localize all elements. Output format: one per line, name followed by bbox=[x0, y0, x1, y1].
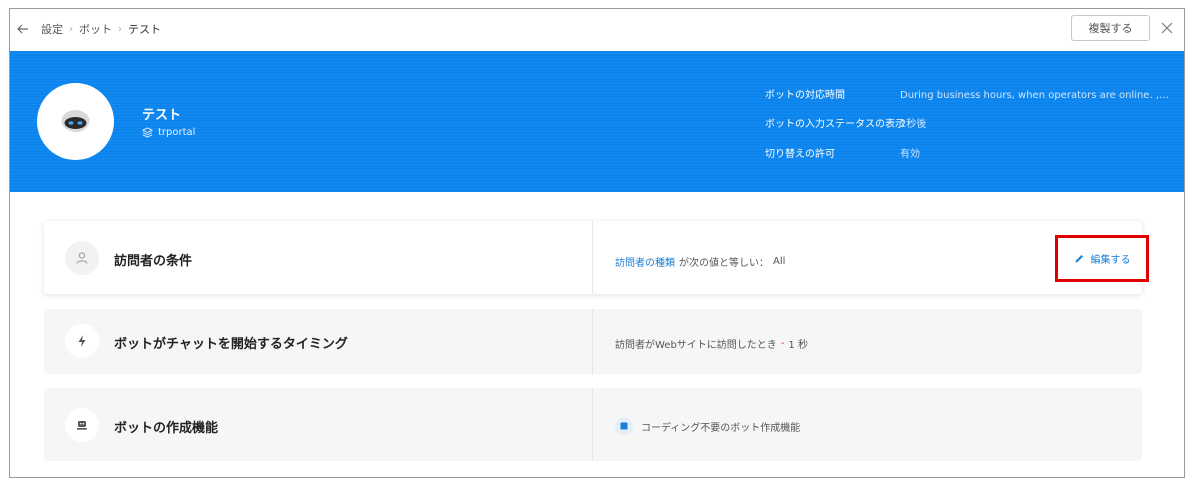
card-divider bbox=[592, 309, 593, 374]
arrow-left-icon[interactable] bbox=[16, 22, 30, 36]
bot-header: テスト trportal ボットの対応時間 During business ho… bbox=[10, 51, 1184, 192]
visitor-conditions-card[interactable]: 訪問者の条件 訪問者の種類 が次の値と等しい： All 編集する bbox=[44, 221, 1149, 294]
card-divider bbox=[592, 221, 593, 294]
duplicate-button[interactable]: 複製する bbox=[1071, 15, 1150, 41]
bot-workspace: trportal bbox=[142, 127, 195, 138]
info-value: 有効 bbox=[900, 149, 920, 160]
breadcrumb: 設定 › ボット › テスト bbox=[41, 21, 161, 37]
condition-text: が次の値と等しい： bbox=[679, 258, 769, 269]
info-label: 切り替えの許可 bbox=[765, 149, 835, 160]
bot-avatar bbox=[37, 83, 114, 160]
card-description: 訪問者の種類 が次の値と等しい： All bbox=[615, 254, 785, 269]
card-title: 訪問者の条件 bbox=[114, 254, 193, 269]
bot-settings-window: 設定 › ボット › テスト 複製する テスト trportal ボットの対応時… bbox=[9, 8, 1185, 478]
lightning-icon bbox=[65, 324, 99, 358]
card-title: ボットがチャットを開始するタイミング bbox=[114, 337, 348, 352]
workspace-label: trportal bbox=[158, 127, 196, 138]
card-description: 訪問者がWebサイトに訪問したとき - 1 秒 bbox=[615, 336, 808, 351]
robot-face-icon bbox=[61, 110, 90, 132]
robot-icon bbox=[65, 408, 99, 442]
breadcrumb-item-settings[interactable]: 設定 bbox=[41, 21, 63, 37]
close-icon[interactable] bbox=[1160, 21, 1174, 35]
breadcrumb-item-current: テスト bbox=[128, 23, 161, 36]
info-label: ボットの対応時間 bbox=[765, 90, 845, 101]
breadcrumb-item-bots[interactable]: ボット bbox=[79, 21, 112, 37]
top-bar: 設定 › ボット › テスト 複製する bbox=[10, 9, 1184, 51]
user-icon bbox=[65, 241, 99, 275]
timing-text: 訪問者がWebサイトに訪問したとき bbox=[615, 340, 777, 351]
cube-icon bbox=[615, 417, 633, 435]
condition-value: All bbox=[773, 256, 786, 267]
info-label: ボットの入力ステータスの表示 bbox=[765, 119, 905, 130]
bot-builder-card[interactable]: ボットの作成機能 コーディング不要のボット作成機能 bbox=[44, 388, 1142, 461]
card-description: コーディング不要のボット作成機能 bbox=[615, 417, 800, 435]
visitor-type-link[interactable]: 訪問者の種類 bbox=[615, 254, 675, 269]
edit-label: 編集する bbox=[1090, 255, 1131, 266]
info-value: During business hours, when operators ar… bbox=[900, 90, 1170, 101]
card-divider bbox=[592, 388, 593, 461]
info-value: 2秒後 bbox=[900, 119, 927, 130]
timing-separator: - bbox=[780, 338, 785, 349]
card-title: ボットの作成機能 bbox=[114, 421, 219, 436]
chevron-right-icon: › bbox=[118, 23, 122, 35]
builder-text: コーディング不要のボット作成機能 bbox=[641, 422, 801, 434]
chevron-right-icon: › bbox=[69, 23, 73, 35]
start-timing-card[interactable]: ボットがチャットを開始するタイミング 訪問者がWebサイトに訪問したとき - 1… bbox=[44, 309, 1142, 374]
timing-value: 1 秒 bbox=[788, 340, 808, 351]
pencil-icon bbox=[1075, 255, 1083, 263]
stack-icon bbox=[142, 127, 153, 138]
bot-name: テスト bbox=[142, 108, 182, 123]
edit-button[interactable]: 編集する bbox=[1055, 235, 1149, 282]
